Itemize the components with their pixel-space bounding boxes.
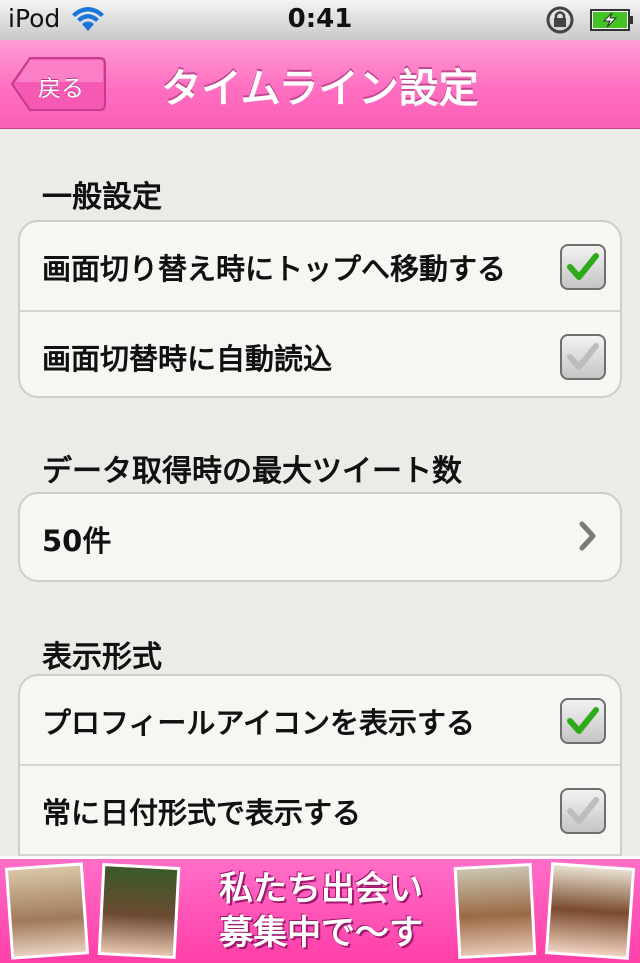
section-header-max-tweets: データ取得時の最大ツイート数: [42, 454, 462, 489]
checkbox-checked[interactable]: [560, 698, 606, 744]
check-icon: [567, 253, 599, 280]
setting-row-show-profile-icon[interactable]: プロフィールアイコンを表示する: [20, 676, 620, 766]
chevron-right-icon: [578, 518, 598, 558]
check-icon: [567, 797, 599, 824]
page-title: タイムライン設定: [161, 66, 479, 112]
setting-label: 画面切り替え時にトップへ移動する: [42, 252, 507, 286]
setting-row-date-format[interactable]: 常に日付形式で表示する: [20, 766, 620, 856]
max-tweets-value: 50件: [42, 524, 112, 558]
checkbox-checked[interactable]: [560, 244, 606, 290]
banner-text: 私たち出会い 募集中で～す: [196, 867, 446, 955]
section-header-display: 表示形式: [42, 640, 162, 675]
battery-icon: [590, 9, 634, 35]
setting-label: プロフィールアイコンを表示する: [42, 706, 475, 740]
rotation-lock-icon: [544, 5, 578, 39]
banner-line-1: 私たち出会い: [219, 869, 423, 909]
max-tweets-group: 50件: [18, 492, 622, 582]
banner-photo: [4, 862, 90, 960]
navigation-bar: 戻る タイムライン設定: [0, 40, 640, 129]
banner-photo: [453, 863, 537, 959]
setting-label: 画面切替時に自動読込: [42, 342, 333, 376]
setting-label: 常に日付形式で表示する: [42, 796, 362, 830]
checkbox-unchecked[interactable]: [560, 788, 606, 834]
ad-banner[interactable]: 私たち出会い 募集中で～す: [0, 856, 640, 963]
banner-line-2: 募集中で～す: [219, 913, 423, 953]
check-icon: [567, 707, 599, 734]
general-settings-group: 画面切り替え時にトップへ移動する 画面切替時に自動読込: [18, 220, 622, 398]
banner-photo: [97, 863, 181, 959]
setting-row-move-to-top[interactable]: 画面切り替え時にトップへ移動する: [20, 222, 620, 312]
status-bar: iPod 0:41: [0, 0, 640, 41]
setting-row-auto-load[interactable]: 画面切替時に自動読込: [20, 312, 620, 396]
check-icon: [567, 343, 599, 370]
checkbox-unchecked[interactable]: [560, 334, 606, 380]
section-header-general: 一般設定: [42, 180, 162, 215]
banner-photo: [544, 862, 636, 960]
max-tweets-row[interactable]: 50件: [20, 494, 620, 580]
